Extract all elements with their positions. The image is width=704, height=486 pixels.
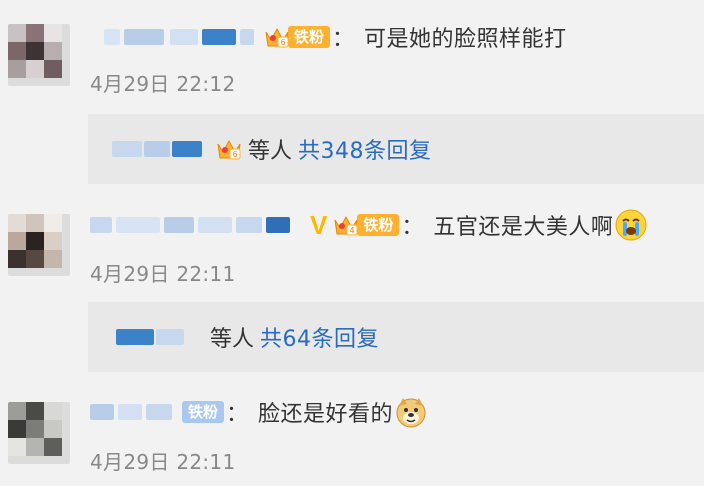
reply-suffix: 等人 [210, 327, 255, 352]
svg-text:4: 4 [350, 226, 355, 235]
comment-time: 4月29日 22:12 [90, 72, 236, 96]
reply-count-link[interactable]: 共348条回复 [298, 133, 432, 165]
reply-username[interactable] [112, 326, 192, 348]
crown-icon: 6 [264, 26, 290, 48]
reply-username[interactable] [112, 138, 212, 160]
fan-label: 铁粉 [182, 401, 225, 423]
comment-time: 4月29日 22:11 [90, 262, 236, 286]
fan-label: 铁粉 [357, 214, 400, 236]
reply-summary[interactable]: 6 等人 共348条回复 [88, 114, 704, 184]
crown-icon: 6 [216, 138, 242, 160]
reply-summary[interactable]: 等人 共64条回复 [88, 302, 704, 372]
crying-face-emoji [615, 209, 647, 241]
crown-icon: 4 [333, 214, 359, 236]
reply-count-link[interactable]: 共64条回复 [260, 321, 379, 353]
username[interactable] [90, 214, 304, 236]
reply-suffix: 等人 [248, 139, 293, 164]
doge-emoji [395, 396, 427, 428]
fan-badge[interactable]: 铁粉 [182, 400, 225, 424]
username[interactable] [90, 401, 176, 423]
verified-icon: V [310, 209, 328, 240]
svg-text:6: 6 [232, 150, 237, 159]
comment-time: 4月29日 22:11 [90, 450, 236, 474]
separator: ： [332, 27, 355, 52]
username[interactable] [90, 26, 258, 48]
fan-label: 铁粉 [288, 26, 331, 48]
separator: ： [226, 402, 249, 427]
comment-text: 脸还是好看的 [258, 402, 394, 427]
comment-text: 可是她的脸照样能打 [364, 27, 567, 52]
svg-text:6: 6 [280, 38, 285, 47]
avatar[interactable] [8, 24, 70, 86]
fan-badge[interactable]: 6 铁粉 [264, 25, 331, 49]
avatar[interactable] [8, 214, 70, 276]
fan-badge[interactable]: 4 铁粉 [333, 213, 400, 237]
avatar[interactable] [8, 402, 70, 464]
comment-text: 五官还是大美人啊 [433, 215, 614, 240]
separator: ： [401, 215, 424, 240]
